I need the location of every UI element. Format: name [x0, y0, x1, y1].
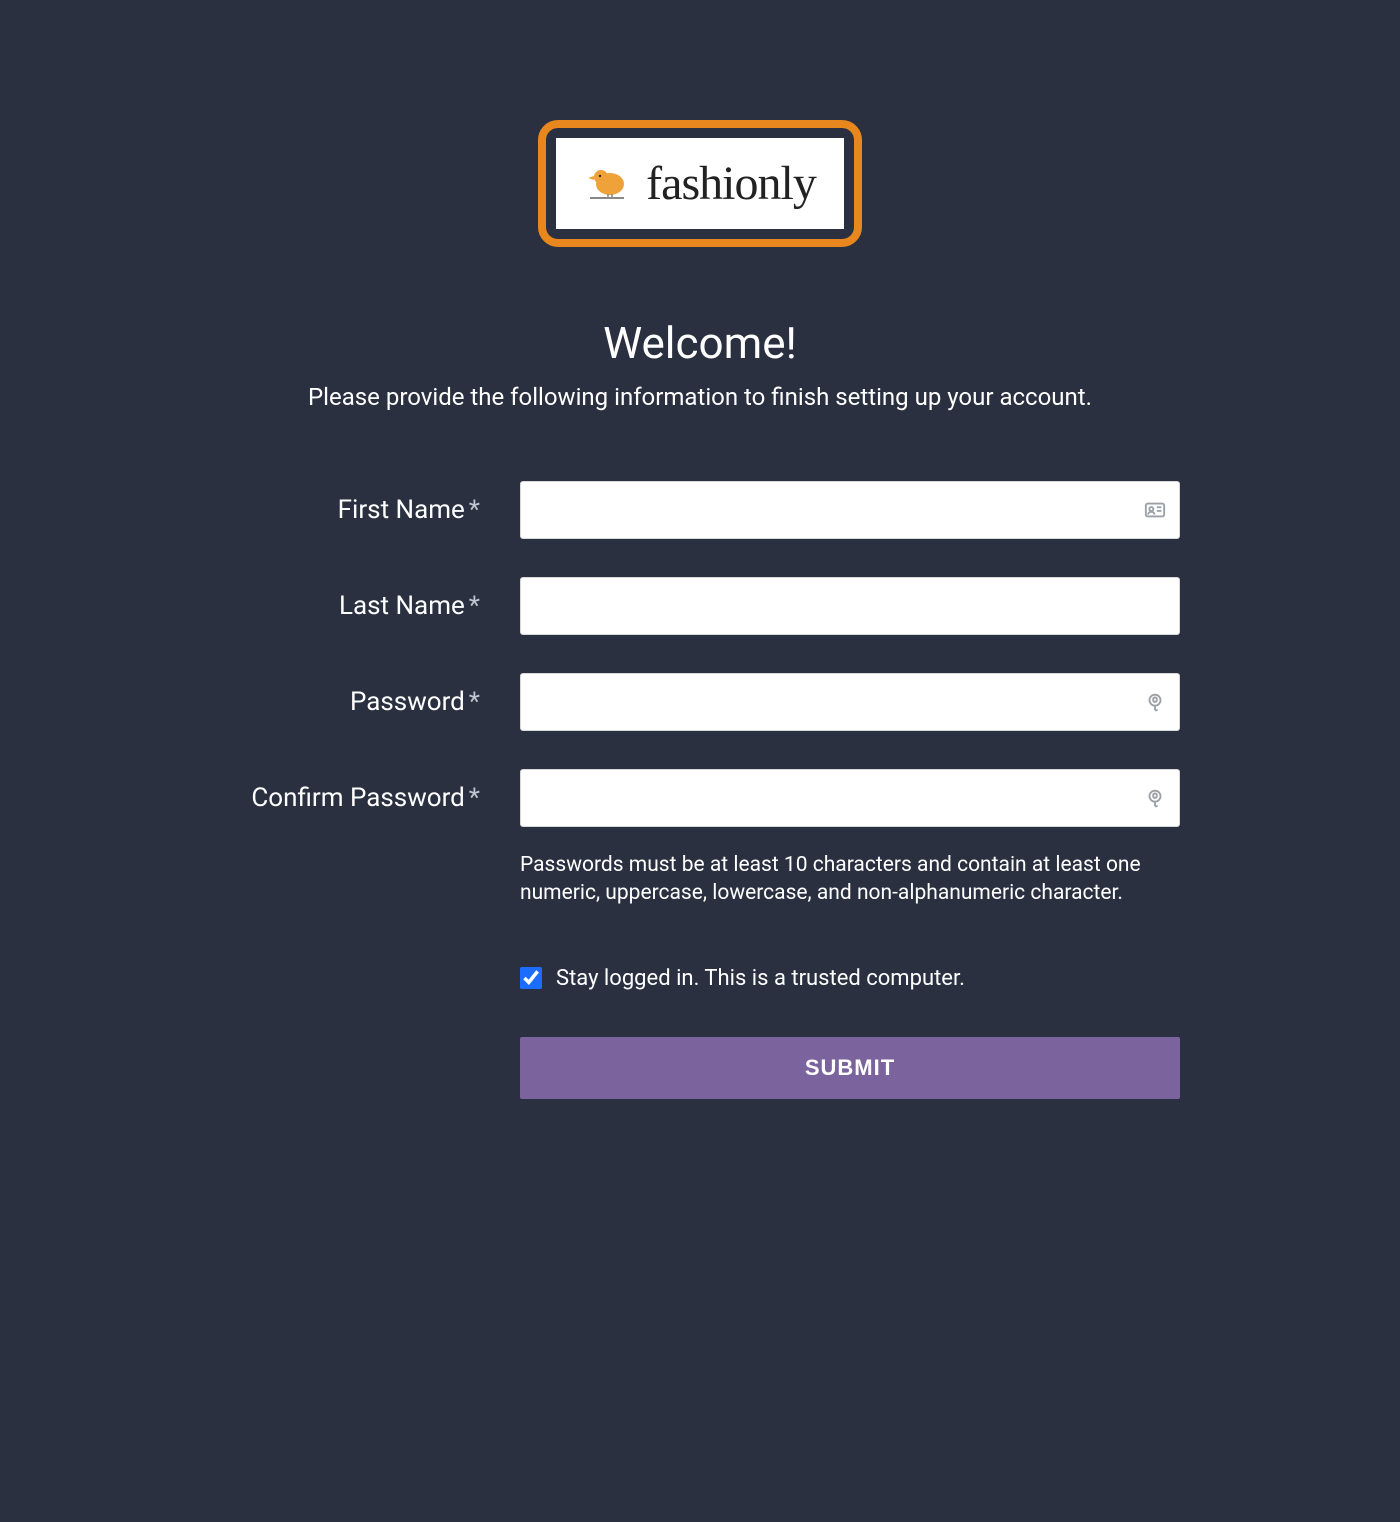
password-hint-row: Passwords must be at least 10 characters… — [220, 865, 1180, 908]
first-name-input[interactable] — [520, 481, 1180, 539]
spacer — [220, 1037, 520, 1099]
checkbox-content: Stay logged in. This is a trusted comput… — [520, 966, 965, 991]
confirm-password-row: Confirm Password* — [220, 769, 1180, 827]
stay-logged-in-row: Stay logged in. This is a trusted comput… — [220, 966, 1180, 991]
stay-logged-in-label[interactable]: Stay logged in. This is a trusted comput… — [556, 966, 965, 991]
password-input-wrapper — [520, 673, 1180, 731]
password-hint: Passwords must be at least 10 characters… — [520, 851, 1180, 908]
first-name-input-wrapper — [520, 481, 1180, 539]
key-icon — [1144, 691, 1166, 713]
logo-wrapper: fashionly — [220, 120, 1180, 247]
first-name-row: First Name* — [220, 481, 1180, 539]
required-mark: * — [469, 591, 480, 621]
page-heading: Welcome! — [220, 317, 1180, 369]
password-row: Password* — [220, 673, 1180, 731]
confirm-password-input-wrapper — [520, 769, 1180, 827]
logo-text: fashionly — [646, 156, 816, 211]
first-name-label: First Name* — [220, 495, 480, 525]
last-name-input-wrapper — [520, 577, 1180, 635]
last-name-row: Last Name* — [220, 577, 1180, 635]
last-name-label: Last Name* — [220, 591, 480, 621]
password-input[interactable] — [520, 673, 1180, 731]
signup-form: First Name* Last Name* — [220, 481, 1180, 1099]
confirm-password-label: Confirm Password* — [220, 783, 480, 813]
key-icon — [1144, 787, 1166, 809]
required-mark: * — [469, 783, 480, 813]
logo-highlight-box: fashionly — [538, 120, 862, 247]
password-label-text: Password — [350, 687, 465, 717]
logo: fashionly — [556, 138, 844, 229]
last-name-label-text: Last Name — [339, 591, 465, 621]
confirm-password-input[interactable] — [520, 769, 1180, 827]
required-mark: * — [469, 687, 480, 717]
signup-container: fashionly Welcome! Please provide the fo… — [220, 20, 1180, 1099]
page-subheading: Please provide the following information… — [220, 383, 1180, 411]
submit-row: SUBMIT — [220, 1037, 1180, 1099]
last-name-input[interactable] — [520, 577, 1180, 635]
bird-icon — [584, 164, 632, 204]
password-label: Password* — [220, 687, 480, 717]
stay-logged-in-checkbox[interactable] — [520, 967, 542, 989]
first-name-label-text: First Name — [338, 495, 465, 525]
required-mark: * — [469, 495, 480, 525]
confirm-password-label-text: Confirm Password — [251, 783, 464, 813]
submit-button[interactable]: SUBMIT — [520, 1037, 1180, 1099]
spacer — [220, 865, 520, 908]
id-card-icon — [1144, 499, 1166, 521]
